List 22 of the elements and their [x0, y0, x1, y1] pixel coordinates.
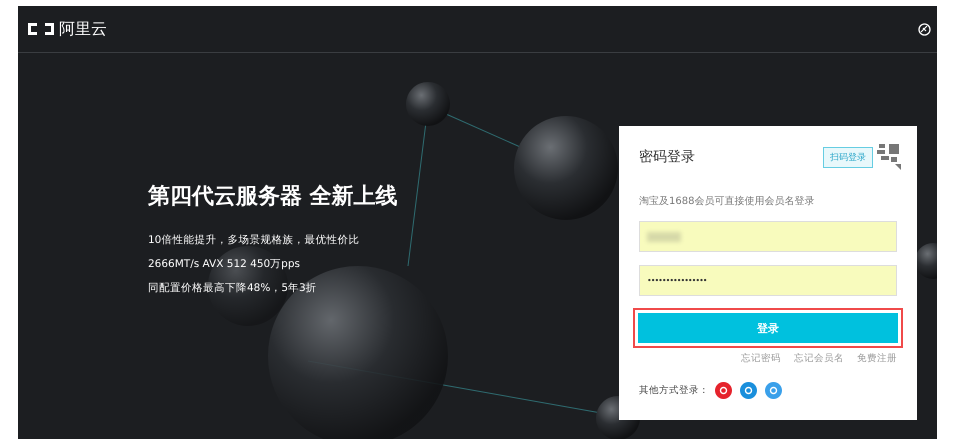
login-title: 密码登录: [639, 148, 695, 166]
account-link[interactable]: 忘记会员名: [794, 352, 844, 365]
promo-line: 同配置价格最高下降48%，5年3折: [148, 281, 318, 295]
promo-title: 第四代云服务器 全新上线: [148, 183, 398, 211]
qr-code-icon[interactable]: [877, 144, 901, 170]
promo-line: 10倍性能提升，多场景规格族，最优性价比: [148, 233, 360, 247]
account-link[interactable]: 忘记密码: [741, 352, 781, 365]
login-button[interactable]: 登录: [638, 313, 898, 343]
login-method-icon[interactable]: [715, 382, 732, 399]
other-login-label: 其他方式登录：: [639, 384, 709, 397]
password-field[interactable]: ••••••••••••••••: [639, 265, 897, 296]
login-hint: 淘宝及1688会员可直接使用会员名登录: [639, 194, 816, 208]
account-link[interactable]: 免费注册: [857, 352, 897, 365]
login-method-icon[interactable]: [765, 382, 782, 399]
logo-text: 阿里云: [59, 18, 107, 40]
qr-login-tab[interactable]: 扫码登录: [823, 146, 873, 168]
logo-icon: [26, 21, 56, 37]
globe-icon[interactable]: [918, 22, 931, 36]
blurred-username: [647, 232, 681, 242]
login-method-icon[interactable]: [740, 382, 757, 399]
promo-line: 2666MT/s AVX 512 450万pps: [148, 257, 301, 271]
username-field[interactable]: [639, 221, 897, 252]
